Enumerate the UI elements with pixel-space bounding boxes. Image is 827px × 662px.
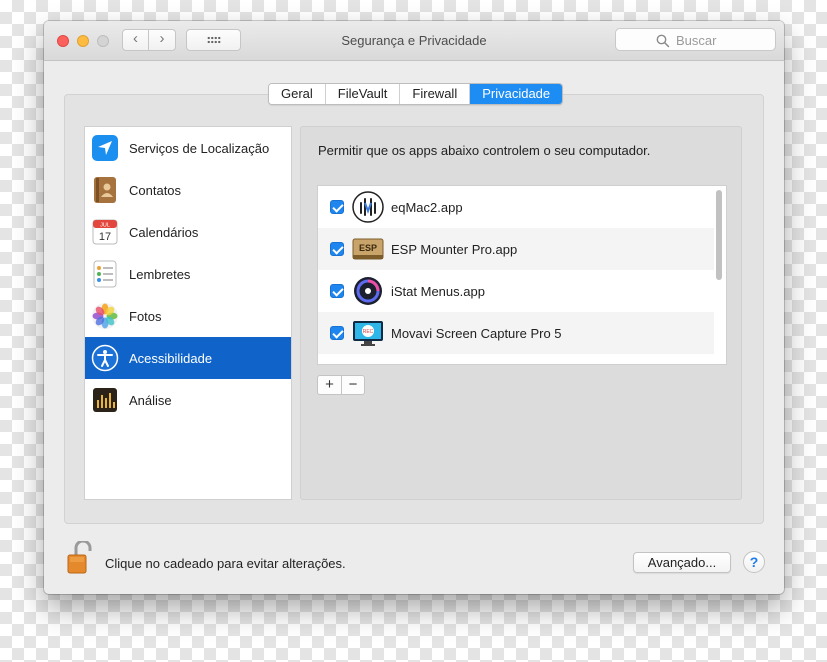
- preferences-window: ‹ › Segurança e Privacidade Buscar Geral…: [44, 21, 784, 594]
- category-item-analytics[interactable]: Análise: [85, 379, 291, 421]
- app-row-movavi[interactable]: REC Movavi Screen Capture Pro 5: [318, 312, 714, 354]
- tab-privacidade[interactable]: Privacidade: [470, 84, 563, 104]
- category-item-contacts[interactable]: Contatos: [85, 169, 291, 211]
- category-item-location[interactable]: Serviços de Localização: [85, 127, 291, 169]
- esp-label: ESP: [359, 243, 377, 253]
- category-label: Contatos: [129, 182, 182, 198]
- category-item-photos[interactable]: Fotos: [85, 295, 291, 337]
- movavi-monitor-icon: REC: [352, 317, 384, 349]
- app-name: Movavi Screen Capture Pro 5: [391, 325, 562, 341]
- calendar-icon: JUL 17: [91, 218, 119, 246]
- app-checkbox[interactable]: [330, 242, 344, 256]
- add-remove-buttons: + −: [317, 375, 365, 395]
- app-name: iStat Menus.app: [391, 283, 485, 299]
- app-list[interactable]: eqMac2.app ESP ESP Mounter Pro.app iStat…: [317, 185, 727, 365]
- category-label: Fotos: [129, 308, 162, 324]
- add-app-button[interactable]: +: [318, 376, 341, 394]
- category-label: Serviços de Localização: [129, 140, 270, 156]
- app-row-esp-mounter[interactable]: ESP ESP Mounter Pro.app: [318, 228, 714, 270]
- calendar-day: 17: [99, 231, 111, 243]
- category-label: Análise: [129, 392, 172, 408]
- category-label: Lembretes: [129, 266, 191, 282]
- contacts-book-icon: [91, 176, 119, 204]
- location-arrow-icon: [91, 134, 119, 162]
- app-checkbox[interactable]: [330, 326, 344, 340]
- tab-geral[interactable]: Geral: [269, 84, 326, 104]
- app-checkbox[interactable]: [330, 200, 344, 214]
- accessibility-person-icon: [91, 344, 119, 372]
- search-field[interactable]: Buscar: [615, 28, 776, 51]
- istat-gauge-icon: [352, 275, 384, 307]
- calendar-month: JUL: [100, 223, 110, 229]
- category-label: Calendários: [129, 224, 199, 240]
- tab-firewall[interactable]: Firewall: [400, 84, 471, 104]
- remove-app-button[interactable]: −: [341, 376, 364, 394]
- category-item-calendars[interactable]: JUL 17 Calendários: [85, 211, 291, 253]
- category-item-accessibility[interactable]: Acessibilidade: [85, 337, 291, 379]
- lock-icon[interactable]: [64, 539, 94, 575]
- analytics-chart-icon: [91, 386, 119, 414]
- photos-flower-icon: [91, 302, 119, 330]
- app-checkbox[interactable]: [330, 284, 344, 298]
- advanced-button[interactable]: Avançado...: [633, 552, 731, 573]
- app-list-scrollbar[interactable]: [716, 190, 722, 280]
- app-name: ESP Mounter Pro.app: [391, 241, 518, 257]
- category-item-reminders[interactable]: Lembretes: [85, 253, 291, 295]
- reminders-list-icon: [91, 260, 119, 288]
- app-row-istat[interactable]: iStat Menus.app: [318, 270, 714, 312]
- permission-panel: Permitir que os apps abaixo controlem o …: [300, 126, 742, 500]
- title-bar: ‹ › Segurança e Privacidade Buscar: [44, 21, 784, 61]
- tab-filevault[interactable]: FileVault: [325, 84, 401, 104]
- category-label: Acessibilidade: [129, 350, 213, 366]
- permission-description: Permitir que os apps abaixo controlem o …: [318, 143, 651, 158]
- search-placeholder: Buscar: [676, 33, 717, 48]
- tab-bar: Geral FileVault Firewall Privacidade: [268, 83, 564, 105]
- search-icon: [656, 34, 670, 48]
- app-name: eqMac2.app: [391, 199, 463, 215]
- rec-label: REC: [363, 329, 374, 335]
- eqmac-waveform-icon: [352, 191, 384, 223]
- app-row-eqmac[interactable]: eqMac2.app: [318, 186, 714, 228]
- help-button[interactable]: ?: [743, 551, 765, 573]
- privacy-category-list: Serviços de Localização Contatos JUL 17: [84, 126, 292, 500]
- esp-drive-icon: ESP: [352, 233, 384, 265]
- lock-message: Clique no cadeado para evitar alterações…: [105, 556, 346, 571]
